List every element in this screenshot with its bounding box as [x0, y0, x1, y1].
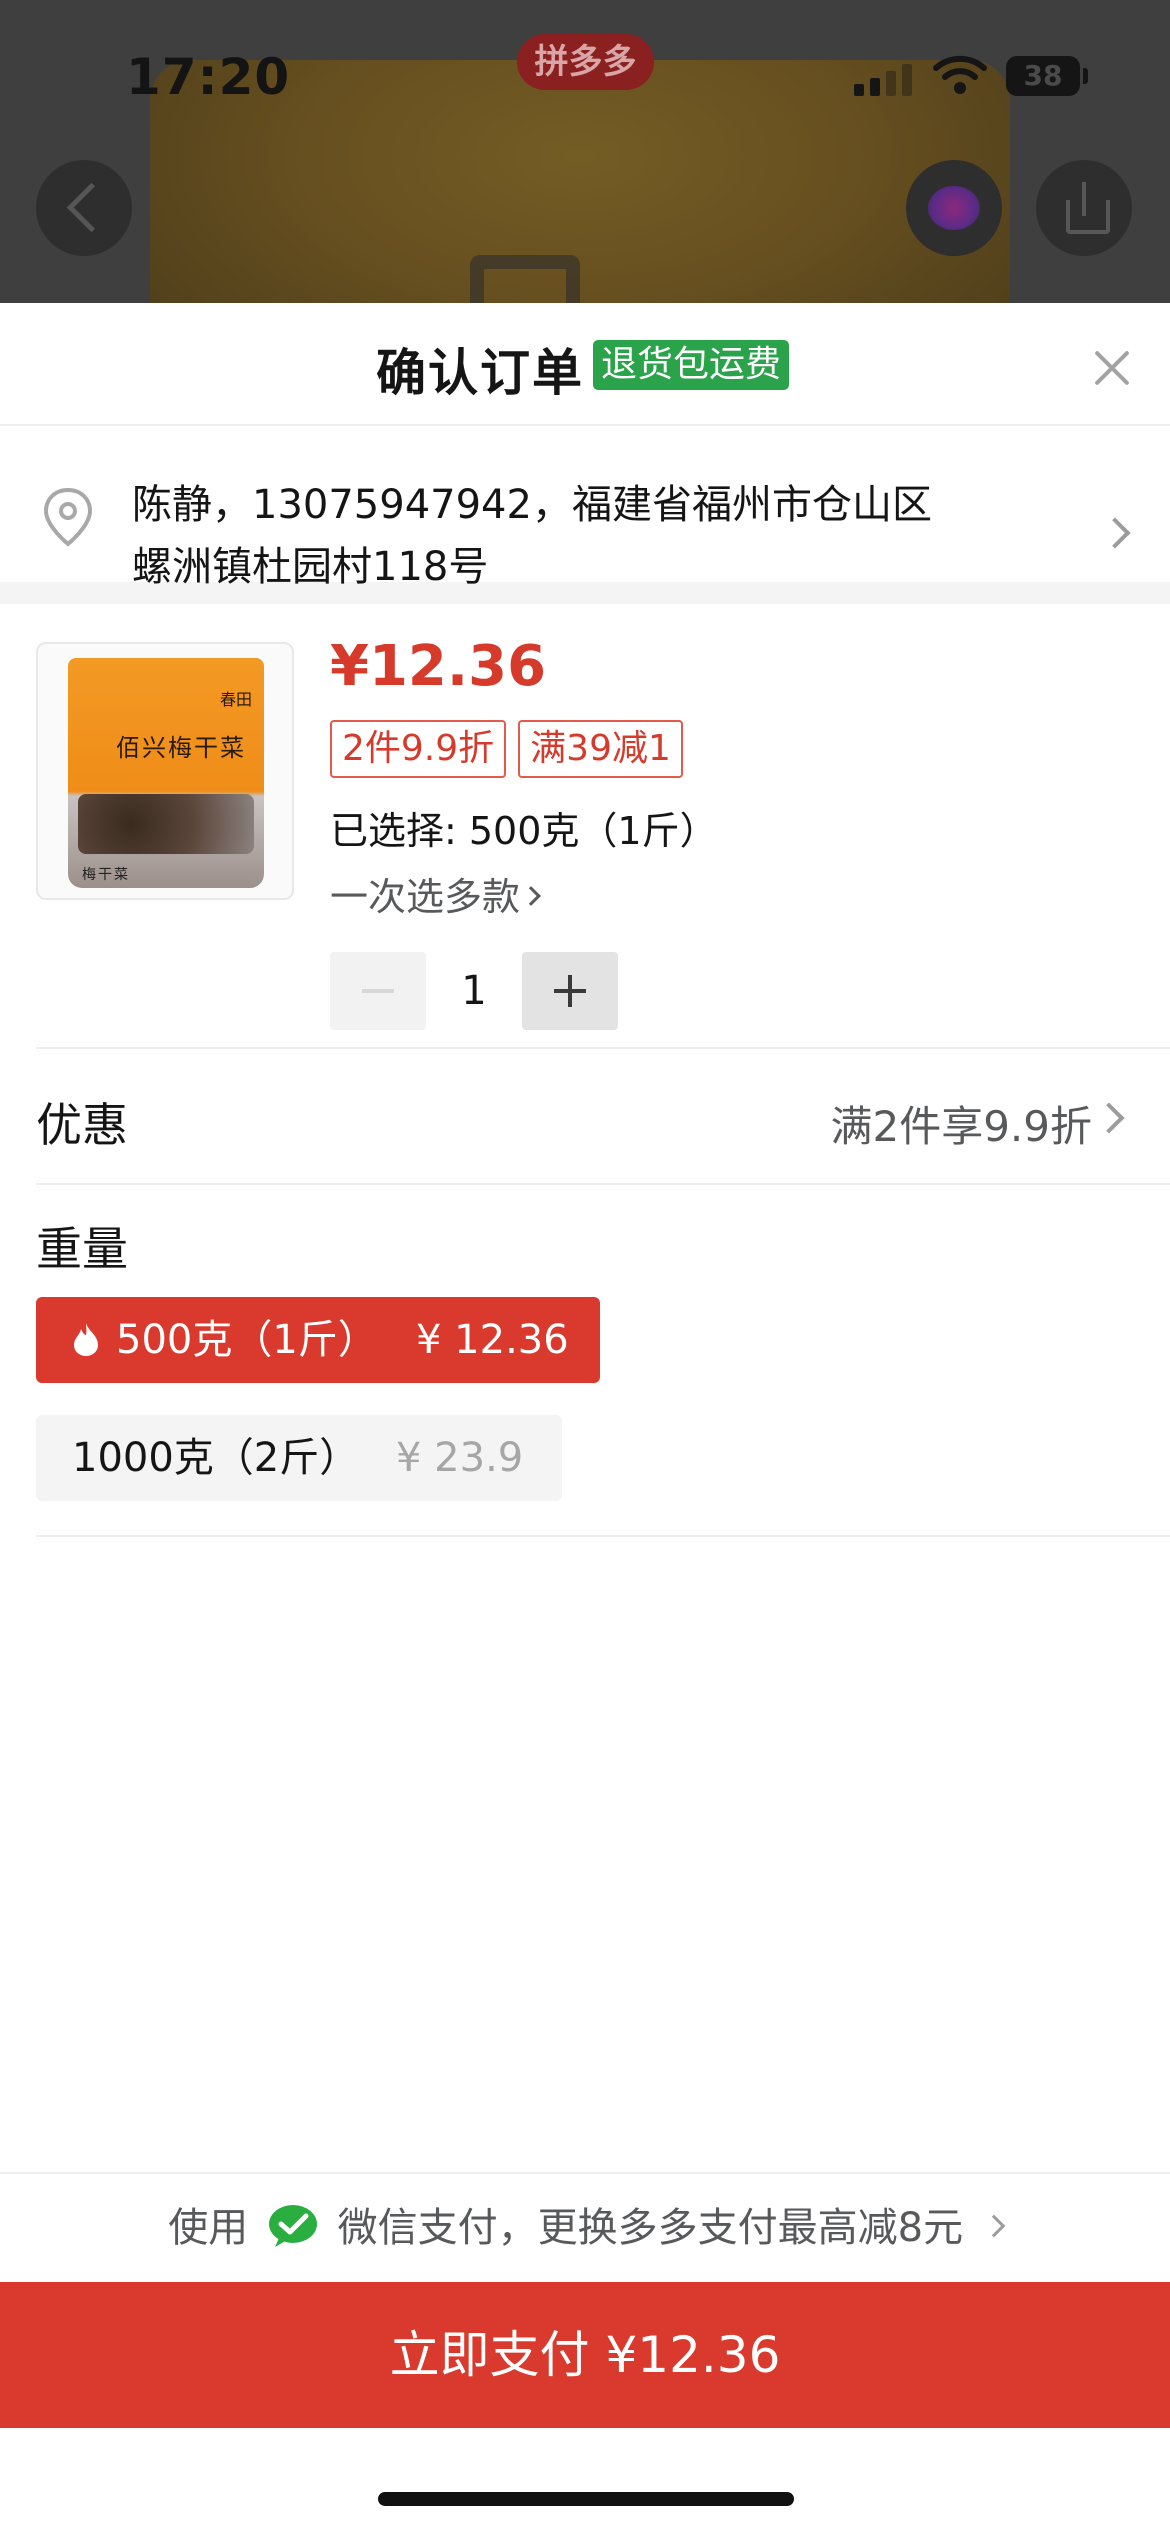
favorite-button[interactable] [906, 160, 1002, 256]
bag-brand-graphic: 春田 [220, 690, 253, 709]
chevron-right-icon [982, 2214, 1006, 2238]
address-row[interactable]: 陈静，13075947942，福建省福州市仓山区 螺洲镇杜园村118号 [0, 426, 1170, 604]
sheet-title: 确认订单 [376, 344, 584, 402]
battery-level: 38 [1023, 59, 1063, 92]
spec-option-price: ¥ 12.36 [416, 1317, 569, 1363]
return-shipping-badge: 退货包运费 [593, 340, 790, 390]
bag-label-graphic: 佰兴梅干菜 [116, 734, 246, 762]
signal-icon [854, 64, 914, 96]
product-section: 佰兴梅干菜 春田 梅干菜 ¥12.36 2件9.9折 满39减1 已选择: 50… [36, 604, 1170, 1049]
order-sheet: 确认订单 退货包运费 陈静，13075947942，福建省福州市仓山区 螺洲镇杜… [0, 303, 1170, 2532]
address-line-1: 陈静，13075947942，福建省福州市仓山区 [132, 482, 932, 528]
spec-option-name: 1000克（2斤） [72, 1435, 360, 1481]
flame-icon [74, 1323, 98, 1356]
decrement-button[interactable] [330, 952, 426, 1030]
location-pin-icon [43, 487, 93, 547]
background-decoration [470, 255, 580, 310]
background-product-page: 17:20 拼多多 38 [0, 0, 1170, 310]
address-text: 陈静，13075947942，福建省福州市仓山区 螺洲镇杜园村118号 [132, 474, 1032, 598]
bag-window [78, 794, 254, 854]
spec-option-price: ¥ 23.9 [396, 1435, 524, 1481]
home-indicator [378, 2492, 794, 2506]
increment-button[interactable] [522, 952, 618, 1030]
status-time: 17:20 [126, 48, 291, 106]
spec-option-selected[interactable]: 500克（1斤） ¥ 12.36 [36, 1297, 600, 1383]
promo-tags: 2件9.9折 满39减1 [330, 720, 683, 778]
promo-row[interactable]: 优惠 满2件享9.9折 [36, 1049, 1170, 1185]
product-price: ¥12.36 [330, 634, 547, 699]
promo-value: 满2件享9.9折 [830, 1102, 1092, 1151]
wifi-icon [933, 55, 987, 94]
pay-now-button[interactable]: 立即支付 ¥12.36 [0, 2282, 1170, 2428]
chevron-right-icon [1099, 517, 1131, 549]
bag-foot-graphic: 梅干菜 [82, 867, 130, 883]
spec-section: 重量 500克（1斤） ¥ 12.36 1000克（2斤） ¥ 23.9 [36, 1185, 1170, 1537]
payment-method-hint[interactable]: 使用 微信支付，更换多多支付最高减8元 [0, 2172, 1170, 2282]
promo-tag: 2件9.9折 [330, 720, 507, 778]
product-thumbnail[interactable]: 佰兴梅干菜 春田 梅干菜 [36, 642, 294, 900]
quantity-value: 1 [461, 968, 487, 1014]
address-line-2: 螺洲镇杜园村118号 [132, 544, 489, 590]
spec-option-name: 500克（1斤） [116, 1317, 378, 1363]
share-button[interactable] [1036, 160, 1132, 256]
close-icon[interactable] [1088, 343, 1136, 391]
promo-tag: 满39减1 [518, 720, 683, 778]
spec-option[interactable]: 1000克（2斤） ¥ 23.9 [36, 1415, 562, 1501]
multi-select-link[interactable]: 一次选多款 [330, 866, 541, 921]
promo-label: 优惠 [36, 1098, 128, 1152]
pay-hint-text: 微信支付，更换多多支付最高减8元 [337, 2205, 964, 2251]
chevron-right-icon [1093, 1102, 1125, 1134]
app-badge: 拼多多 [517, 34, 654, 90]
quantity-stepper: 1 [330, 952, 618, 1030]
chevron-right-icon [521, 885, 541, 906]
battery-icon: 38 [1006, 56, 1080, 96]
sheet-header: 确认订单 退货包运费 [0, 303, 1170, 426]
multi-select-label: 一次选多款 [330, 875, 521, 919]
pay-hint-prefix: 使用 [168, 2205, 249, 2251]
wechat-pay-icon [268, 2205, 317, 2247]
battery-nub [1083, 68, 1088, 84]
spec-label: 重量 [36, 1222, 128, 1276]
selected-spec: 已选择: 500克（1斤） [330, 809, 718, 853]
back-button[interactable] [36, 160, 132, 256]
